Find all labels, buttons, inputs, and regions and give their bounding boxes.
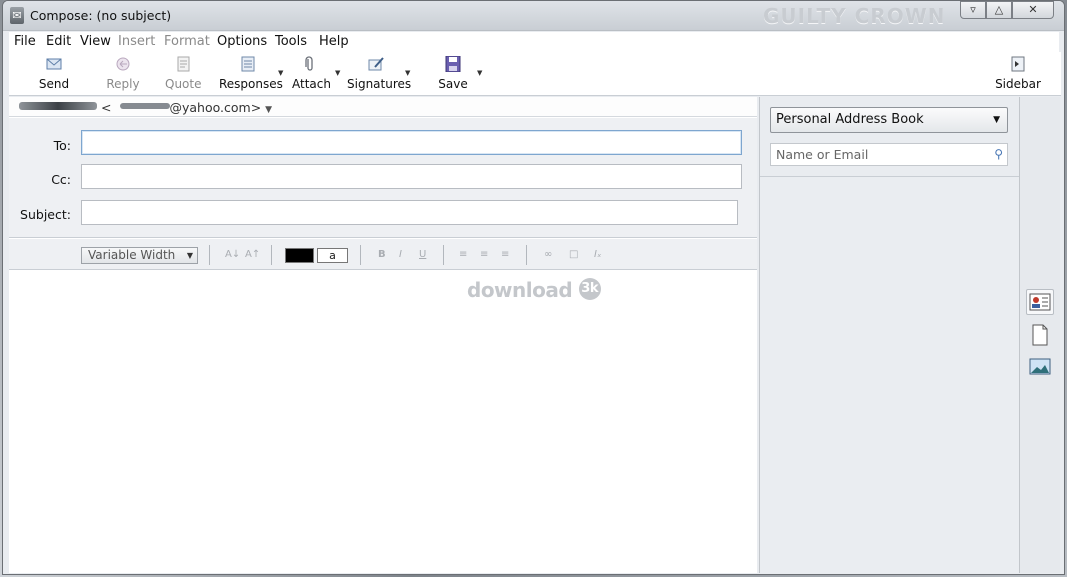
- attach-dropdown-icon[interactable]: ▼: [335, 69, 340, 77]
- redacted-email-user: [120, 103, 170, 109]
- toolbar-separator: [209, 245, 210, 265]
- italic-icon[interactable]: I: [399, 249, 402, 260]
- from-dropdown-icon[interactable]: ▼: [265, 105, 272, 115]
- paperclip-icon: [305, 56, 313, 71]
- insert-image-icon[interactable]: □: [569, 249, 578, 260]
- signature-pen-icon: [368, 57, 384, 71]
- compose-window: ✉ Compose: (no subject) GUILTY CROWN ▿ △…: [2, 0, 1065, 575]
- address-book-dropdown-icon: ▼: [993, 115, 1000, 125]
- menu-insert[interactable]: Insert: [118, 34, 155, 49]
- download-watermark: download 3k: [467, 278, 601, 302]
- attach-button[interactable]: Attach: [292, 56, 331, 91]
- remove-formatting-icon[interactable]: Iₓ: [594, 249, 601, 260]
- main-toolbar: Send Reply Quote Responses ▼ Attach ▼ Si…: [9, 52, 1061, 96]
- document-icon: [1032, 324, 1048, 346]
- toolbar-separator: [443, 245, 444, 265]
- format-toolbar: Variable Width ▼ A↓ A↑ a B I U ≡ ≡ ≡ ∞ □ …: [9, 239, 757, 270]
- bulleted-list-icon[interactable]: ≡: [459, 249, 467, 260]
- responses-button[interactable]: Responses: [219, 56, 283, 91]
- contact-list[interactable]: [760, 176, 1019, 573]
- background-brand-text: GUILTY CROWN: [763, 4, 946, 28]
- send-icon: [46, 58, 62, 70]
- menu-edit[interactable]: Edit: [46, 34, 71, 49]
- link-icon[interactable]: ∞: [544, 249, 552, 260]
- save-dropdown-icon[interactable]: ▼: [477, 69, 482, 77]
- reply-button[interactable]: Reply: [106, 56, 140, 91]
- menu-bar: File Edit View Insert Format Options Too…: [9, 32, 1059, 52]
- image-tab[interactable]: [1026, 354, 1054, 380]
- bold-icon[interactable]: B: [378, 249, 386, 260]
- cc-input[interactable]: [81, 164, 742, 189]
- minimize-icon: ▿: [970, 3, 976, 16]
- blank-document-tab[interactable]: [1026, 322, 1054, 348]
- menu-options[interactable]: Options: [217, 34, 267, 49]
- search-icon[interactable]: ⚲: [994, 144, 1003, 165]
- close-icon: ✕: [1028, 3, 1038, 16]
- cc-label: Cc:: [51, 172, 71, 187]
- watermark-badge: 3k: [578, 278, 601, 300]
- save-button[interactable]: Save: [437, 56, 469, 91]
- background-color-picker[interactable]: a: [317, 248, 348, 263]
- font-dropdown-icon: ▼: [186, 251, 193, 260]
- contacts-tab[interactable]: [1026, 289, 1054, 315]
- menu-view[interactable]: View: [80, 34, 111, 49]
- maximize-button[interactable]: △: [986, 1, 1012, 19]
- quote-button[interactable]: Quote: [165, 56, 201, 91]
- minimize-button[interactable]: ▿: [960, 1, 986, 19]
- floppy-disk-icon: [445, 56, 461, 72]
- title-bar[interactable]: ✉ Compose: (no subject) GUILTY CROWN ▿ △…: [3, 1, 1064, 31]
- toolbar-separator: [360, 245, 361, 265]
- reply-icon: [116, 57, 130, 71]
- picture-icon: [1029, 358, 1051, 375]
- maximize-icon: △: [994, 3, 1004, 16]
- toolbar-separator: [526, 245, 527, 265]
- contacts-sidebar: Personal Address Book ▼ Name or Email ⚲: [759, 97, 1019, 573]
- indent-icon[interactable]: ≡: [501, 249, 509, 260]
- send-button[interactable]: Send: [37, 56, 71, 91]
- app-icon: ✉: [10, 7, 24, 24]
- toolbar-separator: [271, 245, 272, 265]
- message-body-editor[interactable]: download 3k: [9, 271, 757, 573]
- responses-icon: [241, 56, 255, 72]
- address-card-icon: [1029, 293, 1051, 311]
- sidebar-tab-strip: [1019, 97, 1060, 573]
- quote-icon: [177, 56, 190, 72]
- sidebar-icon: [1011, 56, 1025, 72]
- menu-format[interactable]: Format: [164, 34, 210, 49]
- window-title: Compose: (no subject): [30, 8, 172, 23]
- to-input[interactable]: [81, 130, 742, 155]
- to-label: To:: [53, 138, 71, 153]
- numbered-list-icon[interactable]: ≡: [480, 249, 488, 260]
- menu-file[interactable]: File: [14, 34, 36, 49]
- subject-input[interactable]: [81, 200, 738, 225]
- menu-help[interactable]: Help: [319, 34, 349, 49]
- menu-tools[interactable]: Tools: [275, 34, 307, 49]
- responses-dropdown-icon[interactable]: ▼: [278, 69, 283, 77]
- font-family-select[interactable]: Variable Width ▼: [81, 247, 198, 264]
- address-header: To: Cc: Subject:: [9, 118, 757, 238]
- address-book-select[interactable]: Personal Address Book ▼: [770, 107, 1008, 133]
- decrease-font-icon[interactable]: A↓: [225, 249, 240, 260]
- subject-label: Subject:: [20, 207, 71, 222]
- redacted-sender-name: [19, 102, 97, 110]
- text-color-picker[interactable]: [285, 248, 314, 263]
- sidebar-toggle-button[interactable]: Sidebar: [995, 56, 1041, 91]
- signatures-button[interactable]: Signatures: [347, 56, 411, 91]
- close-button[interactable]: ✕: [1012, 1, 1054, 19]
- compose-pane: < @yahoo.com> ▼ To: Cc: Subject: Variable…: [9, 97, 757, 573]
- from-selector[interactable]: < @yahoo.com> ▼: [9, 97, 757, 117]
- signatures-dropdown-icon[interactable]: ▼: [405, 69, 410, 77]
- contact-search-input[interactable]: Name or Email ⚲: [770, 143, 1008, 166]
- increase-font-icon[interactable]: A↑: [245, 249, 260, 260]
- underline-icon[interactable]: U: [419, 249, 426, 260]
